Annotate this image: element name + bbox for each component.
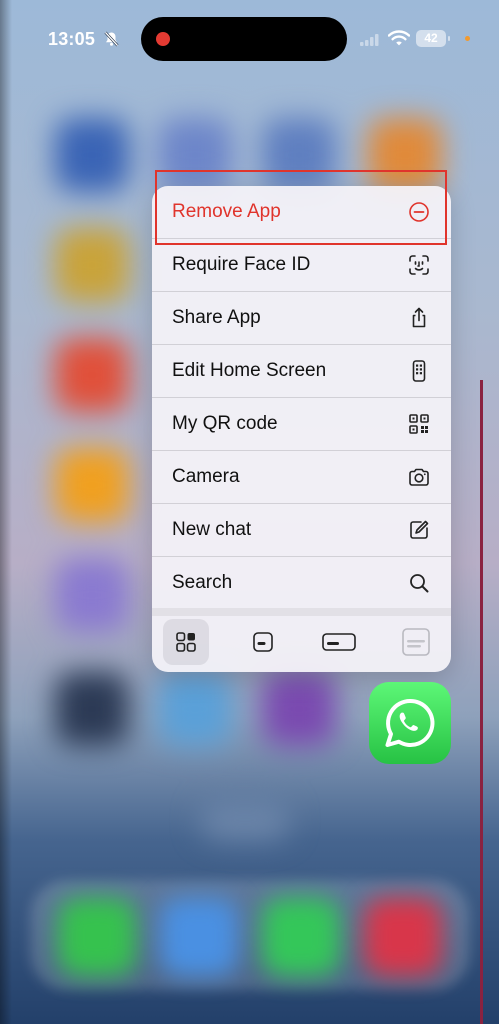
qr-code-icon [409, 414, 429, 434]
search-icon [410, 574, 429, 593]
widget-size-picker [152, 614, 451, 672]
dock-app [364, 898, 442, 976]
app-context-menu: Remove App Require Face ID Share App Edi… [152, 186, 451, 672]
phone-icon [412, 360, 426, 382]
menu-item-label: New chat [172, 519, 252, 540]
edit-home-screen-menu-item[interactable]: Edit Home Screen [152, 345, 451, 397]
wifi-icon [387, 30, 411, 51]
app-grid-size-option[interactable] [163, 619, 209, 665]
small-widget-icon [253, 632, 273, 652]
share-icon [412, 307, 426, 328]
home-screen: 13:05 42 Remove App Require Face ID Shar… [0, 0, 499, 1024]
large-widget-icon [402, 628, 430, 656]
small-widget-size-option[interactable] [240, 619, 286, 665]
menu-item-label: Camera [172, 466, 240, 487]
status-bar: 13:05 42 [0, 0, 499, 80]
battery-icon: 42 [416, 30, 446, 47]
recording-indicator [156, 32, 170, 46]
whatsapp-icon [385, 698, 435, 747]
menu-item-label: Share App [172, 307, 261, 328]
app-grid-icon [176, 632, 196, 652]
my-qr-code-menu-item[interactable]: My QR code [152, 398, 451, 450]
share-app-menu-item[interactable]: Share App [152, 292, 451, 344]
menu-item-label: My QR code [172, 413, 278, 434]
dynamic-island [141, 17, 347, 61]
medium-widget-icon [322, 633, 356, 651]
bell-slash-icon [104, 31, 119, 52]
battery-level: 42 [424, 31, 438, 45]
dock-app [58, 898, 136, 976]
screen-edge [480, 380, 483, 1024]
dock-app [262, 898, 340, 976]
menu-item-label: Require Face ID [172, 254, 311, 275]
camera-icon [409, 468, 429, 486]
status-time: 13:05 [48, 29, 96, 49]
whatsapp-app-icon[interactable] [369, 682, 451, 764]
medium-widget-size-option[interactable] [316, 619, 362, 665]
screen-edge [0, 0, 12, 1024]
search-menu-item[interactable]: Search [152, 557, 451, 609]
large-widget-size-option[interactable] [393, 619, 439, 665]
menu-item-label: Edit Home Screen [172, 360, 327, 381]
remove-app-highlight [155, 170, 447, 245]
menu-item-label: Search [172, 572, 233, 593]
face-id-icon [409, 255, 429, 275]
dock-app [160, 898, 238, 976]
battery-tip [448, 36, 450, 41]
require-face-id-menu-item[interactable]: Require Face ID [152, 239, 451, 291]
compose-icon [410, 520, 429, 539]
privacy-indicator [465, 36, 470, 41]
cellular-signal-icon [360, 33, 380, 51]
new-chat-menu-item[interactable]: New chat [152, 504, 451, 556]
camera-menu-item[interactable]: Camera [152, 451, 451, 503]
